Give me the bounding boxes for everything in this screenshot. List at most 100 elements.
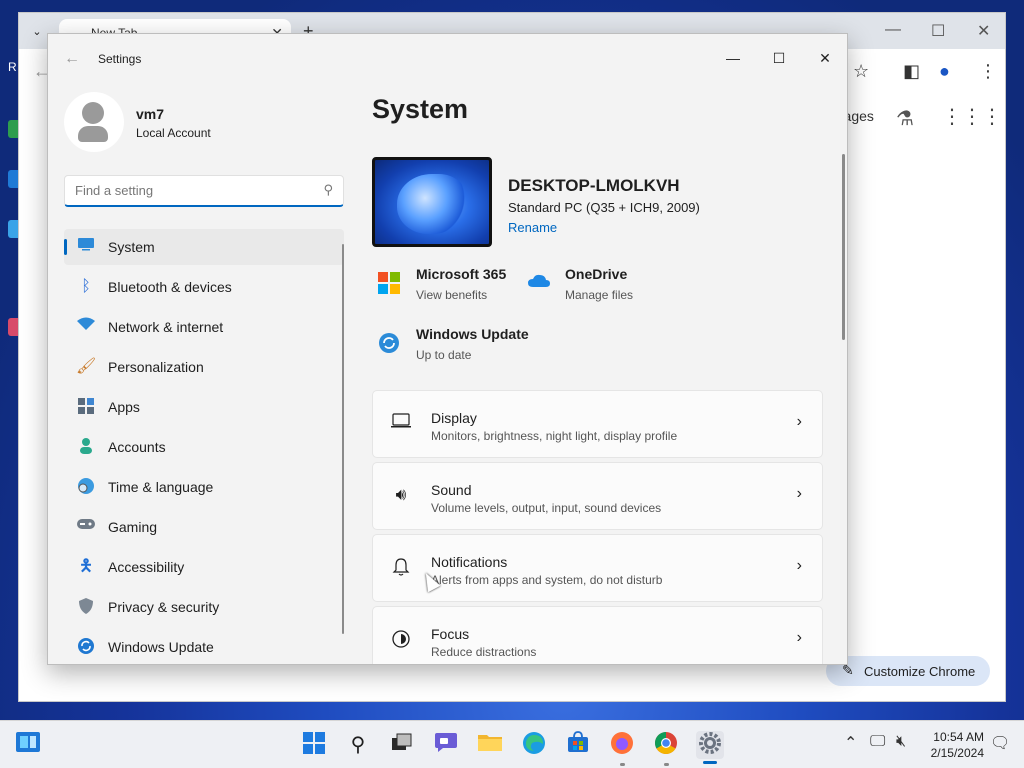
laptop-icon (389, 413, 413, 435)
card-title: Sound (431, 482, 472, 498)
avatar-body (78, 126, 108, 142)
customize-chrome-button[interactable]: ✎ Customize Chrome (826, 656, 990, 686)
card-subtitle: Reduce distractions (431, 645, 537, 659)
chat-icon[interactable] (432, 731, 460, 759)
sidebar-item-privacy[interactable]: Privacy & security (64, 589, 344, 625)
close-button[interactable]: ✕ (802, 42, 847, 74)
sidebar-item-gaming[interactable]: Gaming (64, 509, 344, 545)
clock-time: 10:54 AM (933, 730, 984, 744)
sidebar-item-network[interactable]: Network & internet (64, 309, 344, 345)
sidebar-item-time-language[interactable]: Time & language (64, 469, 344, 505)
sidebar-item-label: Apps (108, 399, 140, 415)
windows-start-icon[interactable] (300, 731, 328, 759)
taskbar: ⚲ ⌃ 🖵︎ 🔇︎ 10:54 AM 2/15/2024 🗨︎ (0, 720, 1024, 768)
monitor-icon (76, 237, 96, 257)
sidebar-item-accessibility[interactable]: 🯅 Accessibility (64, 549, 344, 585)
network-icon[interactable]: 🖵︎ (870, 733, 885, 751)
sidebar-item-label: Windows Update (108, 639, 214, 655)
card-subtitle: Alerts from apps and system, do not dist… (431, 573, 663, 587)
desktop-partial-label: R (8, 60, 17, 74)
back-arrow-icon[interactable]: ← (64, 50, 80, 68)
chevron-right-icon: › (796, 557, 802, 574)
search-input[interactable] (65, 176, 305, 204)
chevron-up-icon[interactable]: ⌃ (844, 733, 857, 753)
sidebar-item-label: Accounts (108, 439, 166, 455)
bookmark-star-icon[interactable]: ☆ (853, 61, 869, 82)
device-name: DESKTOP-LMOLKVH (508, 176, 680, 195)
sidebar-item-label: Gaming (108, 519, 158, 535)
sidebar-item-label: Accessibility (108, 559, 185, 575)
sidebar-item-apps[interactable]: Apps (64, 389, 344, 425)
bell-icon (389, 557, 413, 579)
sidebar-item-label: Bluetooth & devices (108, 279, 232, 295)
sidebar-item-windows-update[interactable]: Windows Update (64, 629, 344, 664)
sidebar-item-personalization[interactable]: 🖌 Personalization (64, 349, 344, 385)
firefox-icon[interactable] (608, 731, 636, 759)
sidebar-nav: System ᛒ Bluetooth & devices Network & i… (64, 229, 344, 664)
sidebar-item-bluetooth[interactable]: ᛒ Bluetooth & devices (64, 269, 344, 305)
accounts-icon (76, 437, 96, 457)
maximize-button[interactable]: ☐ (756, 42, 802, 74)
globe-clock-icon (76, 477, 96, 497)
bluetooth-icon: ᛒ (81, 278, 91, 295)
close-icon[interactable]: ✕ (977, 21, 990, 41)
minimize-icon[interactable]: — (885, 21, 901, 39)
tile-subtitle: Up to date (416, 348, 472, 362)
store-icon[interactable] (564, 731, 592, 759)
avatar (64, 92, 124, 152)
side-panel-icon[interactable]: ◧ (903, 61, 920, 82)
sidebar-item-label: System (108, 239, 155, 255)
sidebar-scrollbar[interactable] (342, 244, 344, 634)
minimize-button[interactable]: — (710, 42, 756, 74)
accessibility-icon: 🯅 (78, 558, 94, 575)
settings-gear-icon[interactable] (696, 731, 724, 759)
notification-icon[interactable]: 🗨︎ (990, 733, 1010, 753)
gamepad-icon (76, 517, 96, 537)
widgets-icon[interactable] (14, 731, 42, 759)
card-focus[interactable]: Focus Reduce distractions › (372, 606, 823, 664)
microsoft-365-tile[interactable]: Microsoft 365 View benefits (372, 266, 522, 306)
file-explorer-icon[interactable] (476, 731, 504, 759)
tile-title: OneDrive (565, 266, 628, 282)
running-indicator (620, 763, 625, 766)
card-notifications[interactable]: Notifications Alerts from apps and syste… (372, 534, 823, 602)
search-box: ⚲ (64, 175, 344, 207)
sidebar-item-accounts[interactable]: Accounts (64, 429, 344, 465)
apps-icon (76, 397, 96, 417)
main-scrollbar[interactable] (842, 154, 845, 340)
system-clock[interactable]: 10:54 AM 2/15/2024 (920, 729, 984, 761)
card-title: Notifications (431, 554, 508, 570)
onedrive-tile[interactable]: OneDrive Manage files (521, 266, 671, 306)
profile-icon[interactable]: ● (939, 61, 950, 82)
shield-icon (76, 597, 96, 617)
card-display[interactable]: Display Monitors, brightness, night ligh… (372, 390, 823, 458)
rename-link[interactable]: Rename (508, 220, 557, 235)
card-sound[interactable]: 🔊︎ Sound Volume levels, output, input, s… (372, 462, 823, 530)
tile-subtitle: View benefits (416, 288, 488, 302)
speaker-icon: 🔊︎ (395, 485, 407, 504)
bloom-image (397, 174, 467, 234)
edge-browser-icon[interactable] (520, 731, 548, 759)
update-icon (378, 332, 400, 354)
card-subtitle: Monitors, brightness, night light, displ… (431, 429, 678, 443)
task-view-icon[interactable] (388, 731, 416, 759)
volume-muted-icon[interactable]: 🔇︎ (896, 733, 906, 751)
chrome-icon[interactable] (652, 731, 680, 759)
tile-subtitle: Manage files (565, 288, 634, 302)
settings-title-bar: ← Settings — ☐ ✕ (48, 34, 847, 82)
onedrive-cloud-icon (527, 272, 550, 294)
labs-flask-icon[interactable]: ⚗ (896, 106, 914, 131)
update-icon (76, 637, 96, 657)
running-indicator (664, 763, 669, 766)
microsoft-logo-icon (378, 272, 400, 294)
card-title: Focus (431, 626, 470, 642)
search-icon[interactable]: ⚲ (344, 731, 372, 759)
sidebar-item-system[interactable]: System (64, 229, 344, 265)
chevron-down-icon[interactable]: ⌄ (27, 22, 47, 42)
more-menu-icon[interactable]: ⋮ (979, 61, 997, 82)
sidebar-item-label: Privacy & security (108, 599, 220, 615)
windows-update-tile[interactable]: Windows Update Up to date (372, 326, 572, 366)
maximize-icon[interactable]: ☐ (931, 21, 945, 41)
apps-grid-icon[interactable]: ⋮⋮⋮ (942, 104, 1002, 129)
customize-chrome-label: Customize Chrome (864, 664, 976, 679)
